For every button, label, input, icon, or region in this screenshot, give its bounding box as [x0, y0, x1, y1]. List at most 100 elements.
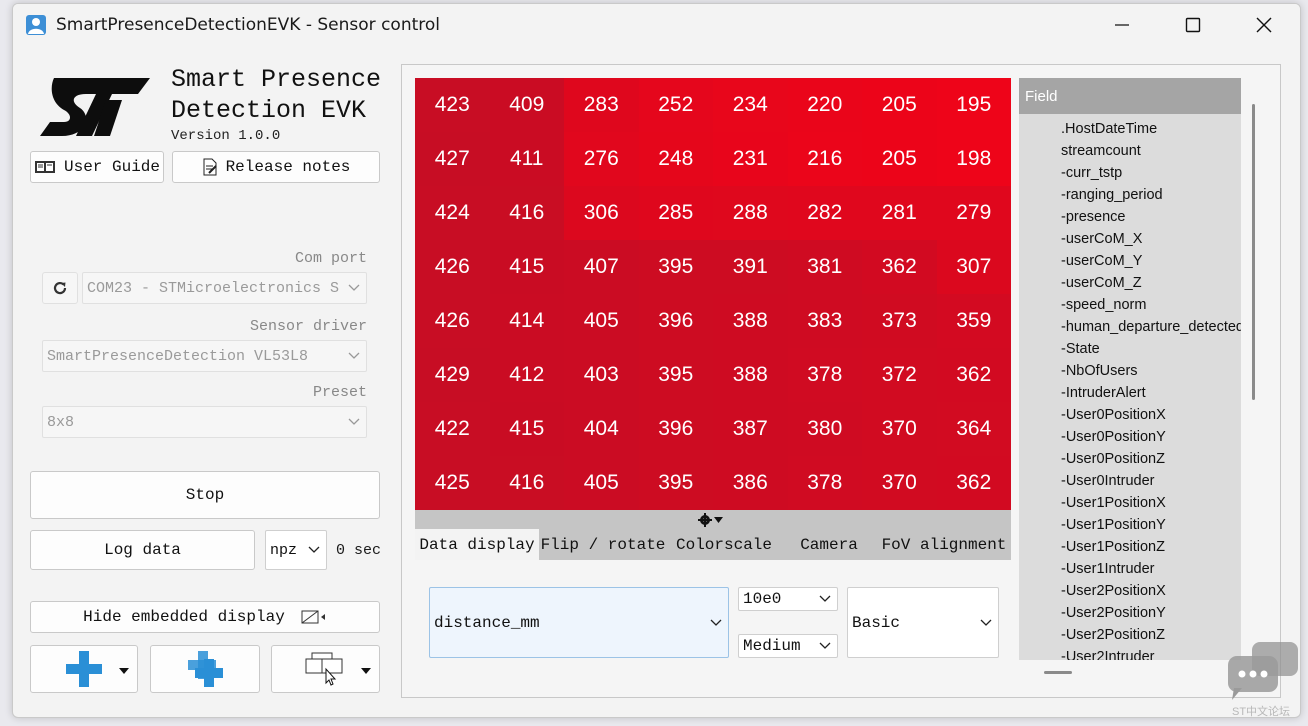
field-list-item[interactable]: -userCoM_X	[1061, 228, 1241, 250]
field-list-item[interactable]: -userCoM_Y	[1061, 250, 1241, 272]
watermark: ST中文论坛	[1232, 706, 1291, 718]
user-app-icon	[26, 15, 46, 35]
field-list-item[interactable]: -human_departure_detected	[1061, 316, 1241, 338]
preset-select[interactable]: 8x8	[42, 406, 367, 438]
log-data-button[interactable]: Log data	[30, 530, 255, 570]
heatmap-cell: 362	[862, 240, 937, 294]
field-list-item[interactable]: streamcount	[1061, 140, 1241, 162]
size-select-value: Medium	[743, 637, 801, 655]
heatmap-cell: 411	[489, 132, 564, 186]
add-multiple-button[interactable]	[150, 645, 260, 693]
heatmap-cell: 422	[415, 402, 490, 456]
heatmap-cell: 195	[936, 78, 1011, 132]
field-list-item[interactable]: -User0PositionX	[1061, 404, 1241, 426]
sensor-driver-value: SmartPresenceDetection VL53L8	[47, 347, 309, 365]
field-list-item[interactable]: -presence	[1061, 206, 1241, 228]
heatmap-cell: 234	[713, 78, 788, 132]
heatmap-cell: 405	[564, 456, 639, 510]
heatmap-cell: 426	[415, 294, 490, 348]
heatmap-cell: 396	[638, 294, 713, 348]
minimize-icon	[1115, 24, 1129, 26]
hide-embedded-display-button[interactable]: Hide embedded display	[30, 601, 380, 633]
caret-down-icon	[361, 668, 371, 674]
release-notes-button[interactable]: Release notes	[172, 151, 380, 183]
field-list-item[interactable]: -ranging_period	[1061, 184, 1241, 206]
field-list-item[interactable]: -User2Intruder	[1061, 646, 1241, 660]
com-port-select[interactable]: COM23 - STMicroelectronics S	[82, 272, 367, 304]
app-name: Smart Presence Detection EVK	[171, 64, 381, 126]
heatmap-cell: 395	[638, 240, 713, 294]
maximize-button[interactable]	[1170, 4, 1216, 46]
mode-select[interactable]: Basic	[847, 587, 999, 658]
field-horizontal-scrollbar[interactable]	[1044, 671, 1072, 674]
heatmap-cell: 205	[862, 132, 937, 186]
distance-heatmap: 423 409 283 252 234 220 205 195 427 411 276 248 231 2…	[415, 78, 1011, 510]
field-list-item[interactable]: -NbOfUsers	[1061, 360, 1241, 382]
field-list-item[interactable]: .HostDateTime	[1061, 118, 1241, 140]
add-window-button[interactable]	[30, 645, 138, 693]
heatmap-cell: 198	[936, 132, 1011, 186]
heatmap-cell: 396	[638, 402, 713, 456]
st-logo	[40, 78, 150, 136]
size-select[interactable]: Medium	[738, 634, 838, 658]
chevron-down-icon	[980, 619, 992, 626]
heatmap-cell: 288	[713, 186, 788, 240]
field-list-item[interactable]: -User0PositionY	[1061, 426, 1241, 448]
tab-colorscale[interactable]: Colorscale	[667, 529, 781, 560]
field-list-item[interactable]: -curr_tstp	[1061, 162, 1241, 184]
scale-select[interactable]: 10e0	[738, 587, 838, 611]
refresh-button[interactable]	[42, 272, 78, 304]
field-list-item[interactable]: -speed_norm	[1061, 294, 1241, 316]
user-guide-button[interactable]: User Guide	[30, 151, 164, 183]
heatmap-cell: 395	[638, 456, 713, 510]
version-label: Version 1.0.0	[171, 128, 281, 144]
heatmap-cell: 362	[936, 456, 1011, 510]
field-list-item[interactable]: -IntruderAlert	[1061, 382, 1241, 404]
field-list-item[interactable]: -User1PositionY	[1061, 514, 1241, 536]
tab-camera[interactable]: Camera	[781, 529, 877, 560]
stop-button[interactable]: Stop	[30, 471, 380, 519]
minimize-button[interactable]	[1099, 4, 1145, 46]
close-button[interactable]	[1241, 4, 1287, 46]
field-vertical-scrollbar[interactable]	[1252, 104, 1255, 400]
app-window: SmartPresenceDetectionEVK - Sensor contr…	[12, 3, 1301, 718]
field-list-item[interactable]: -User2PositionY	[1061, 602, 1241, 624]
chat-bubble-icon[interactable]	[1222, 640, 1300, 702]
heatmap-cell: 416	[489, 186, 564, 240]
preset-label: Preset	[312, 384, 367, 401]
field-list-item[interactable]: -userCoM_Z	[1061, 272, 1241, 294]
sensor-driver-select[interactable]: SmartPresenceDetection VL53L8	[42, 340, 367, 372]
heatmap-cell: 282	[787, 186, 862, 240]
field-list-item[interactable]: -User1PositionX	[1061, 492, 1241, 514]
heatmap-cell: 424	[415, 186, 490, 240]
heatmap-cell: 279	[936, 186, 1011, 240]
field-list-item[interactable]: -State	[1061, 338, 1241, 360]
tab-fov-alignment[interactable]: FoV alignment	[877, 529, 1011, 560]
heatmap-cell: 372	[862, 348, 937, 402]
tab-flip-rotate[interactable]: Flip / rotate	[539, 529, 667, 560]
title-bar: SmartPresenceDetectionEVK - Sensor contr…	[13, 4, 1300, 46]
heatmap-cell: 370	[862, 456, 937, 510]
tab-data-display[interactable]: Data display	[415, 529, 539, 560]
field-list-item[interactable]: -User2PositionZ	[1061, 624, 1241, 646]
hide-display-icon	[301, 610, 325, 624]
field-select[interactable]: distance_mm	[429, 587, 729, 658]
heatmap-cell: 252	[638, 78, 713, 132]
heatmap-cell: 414	[489, 294, 564, 348]
chevron-down-icon	[308, 546, 320, 553]
field-list-item[interactable]: -User1Intruder	[1061, 558, 1241, 580]
field-list-item[interactable]: -User0Intruder	[1061, 470, 1241, 492]
window-layout-button[interactable]	[271, 645, 380, 693]
log-format-select[interactable]: npz	[265, 530, 327, 570]
user-guide-label: User Guide	[63, 158, 160, 176]
heatmap-cell: 285	[638, 186, 713, 240]
gear-dropdown-icon[interactable]	[698, 513, 724, 527]
refresh-icon	[53, 281, 67, 295]
field-list-item[interactable]: -User1PositionZ	[1061, 536, 1241, 558]
heatmap-cell: 391	[713, 240, 788, 294]
chevron-down-icon	[348, 418, 360, 425]
chevron-down-icon	[710, 619, 722, 626]
field-list-item[interactable]: -User0PositionZ	[1061, 448, 1241, 470]
heatmap-cell: 386	[713, 456, 788, 510]
field-list-item[interactable]: -User2PositionX	[1061, 580, 1241, 602]
